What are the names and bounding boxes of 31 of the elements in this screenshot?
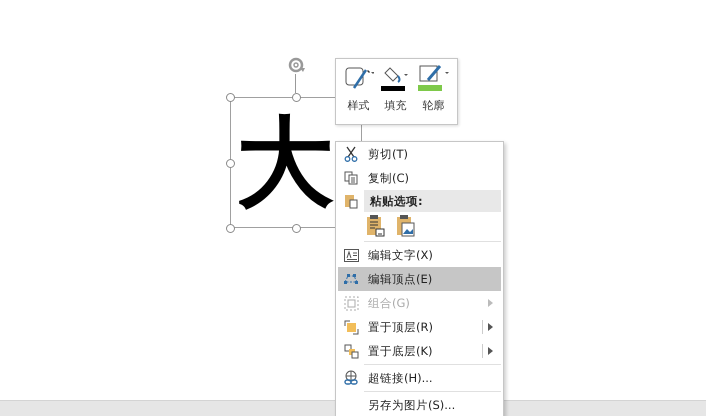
edit-points-icon <box>343 273 359 285</box>
globe-link-icon <box>343 370 359 386</box>
paste-picture-icon[interactable] <box>396 215 416 237</box>
resize-handle[interactable] <box>292 93 301 102</box>
toolbar-button[interactable]: 轮廓 <box>418 64 450 124</box>
toolbar-button[interactable]: 填充 <box>380 64 410 124</box>
menu-item[interactable]: 置于底层(K) <box>338 339 501 363</box>
resize-handle[interactable] <box>226 224 235 233</box>
scissors-icon <box>344 146 358 162</box>
menu-item[interactable]: 编辑顶点(E) <box>338 267 501 291</box>
send-back-icon <box>344 344 358 358</box>
resize-handle[interactable] <box>226 93 235 102</box>
menu-section-header: 粘贴选项: <box>364 190 501 212</box>
shape-text: 大 <box>236 106 334 220</box>
resize-handle[interactable] <box>226 159 235 168</box>
menu-item[interactable]: 编辑文字(X) <box>338 243 501 267</box>
menu-item[interactable]: 剪切(T) <box>338 142 501 166</box>
menu-item[interactable]: 超链接(H)... <box>338 366 501 390</box>
toolbar-button[interactable]: 样式 <box>344 64 374 124</box>
group-icon <box>344 296 358 310</box>
rotate-handle-icon[interactable] <box>286 55 306 75</box>
pen-outline-icon <box>418 64 450 92</box>
bring-front-icon <box>344 320 358 334</box>
paste-text-icon[interactable] <box>366 215 386 237</box>
text-box-icon <box>344 248 358 262</box>
copy-icon <box>344 171 358 185</box>
resize-handle[interactable] <box>292 224 301 233</box>
menu-item[interactable]: 另存为图片(S)... <box>338 393 501 416</box>
menu-item[interactable]: 置于顶层(R) <box>338 315 501 339</box>
clipboard-icon <box>344 193 358 209</box>
menu-item[interactable]: 复制(C) <box>338 166 501 190</box>
